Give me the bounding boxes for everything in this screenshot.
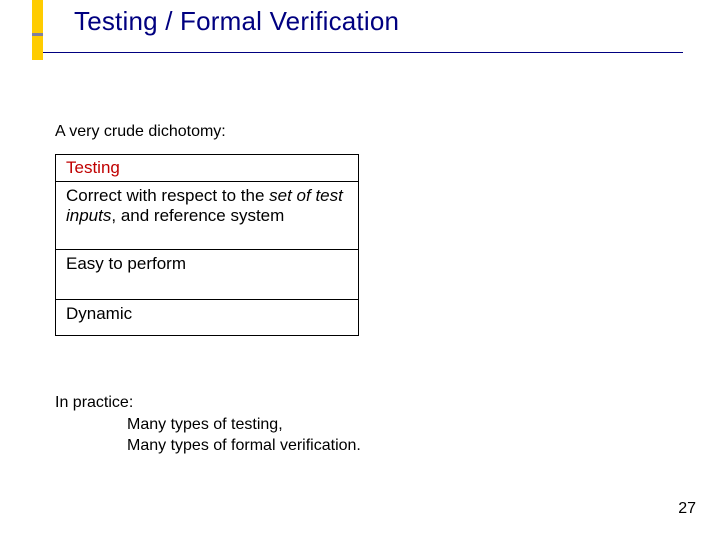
cell-text: , and reference system	[111, 206, 284, 225]
table-header-testing: Testing	[56, 155, 359, 182]
intro-text: A very crude dichotomy:	[55, 123, 226, 141]
practice-block: In practice: Many types of testing, Many…	[55, 392, 361, 457]
practice-line: Many types of formal verification.	[55, 435, 361, 457]
cell-text: Correct with respect to the	[66, 186, 269, 205]
practice-line: Many types of testing,	[55, 414, 361, 436]
practice-lead: In practice:	[55, 392, 361, 414]
table-row: Correct with respect to the set of test …	[56, 182, 359, 250]
comparison-table: Testing Correct with respect to the set …	[55, 154, 359, 336]
page-number: 27	[678, 500, 696, 518]
page-title: Testing / Formal Verification	[74, 6, 399, 37]
title-underline	[43, 52, 683, 53]
table-row: Easy to perform	[56, 250, 359, 300]
slide: Testing / Formal Verification A very cru…	[0, 0, 720, 540]
table-row: Dynamic	[56, 300, 359, 336]
accent-strip	[32, 0, 43, 60]
